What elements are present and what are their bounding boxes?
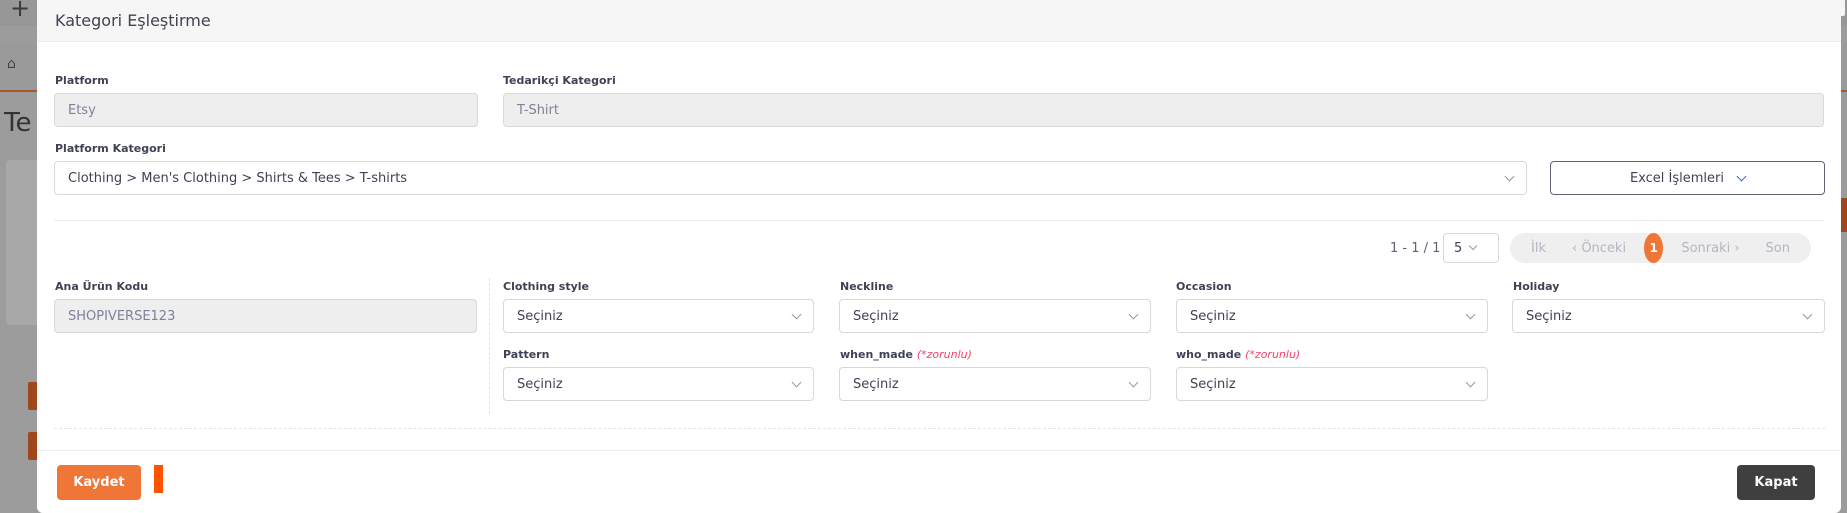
modal-title: Kategori Eşleştirme xyxy=(55,11,211,30)
when-made-select[interactable]: Seçiniz xyxy=(839,367,1151,401)
orange-marker xyxy=(154,465,163,493)
when-made-value: Seçiniz xyxy=(853,376,899,392)
chevron-down-icon xyxy=(1465,377,1476,387)
pagination-last[interactable]: Son xyxy=(1753,241,1803,256)
supplier-category-label: Tedarikçi Kategori xyxy=(503,74,616,87)
pagination-current-page[interactable]: 1 xyxy=(1644,233,1664,263)
close-button[interactable]: Kapat xyxy=(1737,465,1815,500)
save-button[interactable]: Kaydet xyxy=(57,465,141,500)
pattern-select[interactable]: Seçiniz xyxy=(503,367,814,401)
divider xyxy=(54,220,1825,221)
pagination-first[interactable]: İlk xyxy=(1518,241,1559,256)
background-scroll-marker xyxy=(1841,198,1847,232)
page-size-select[interactable]: 5 xyxy=(1443,233,1499,263)
column-divider xyxy=(489,278,490,414)
modal-footer: Kaydet Kapat xyxy=(37,450,1841,513)
attribute-label: Holiday xyxy=(1513,280,1560,293)
supplier-category-field: T-Shirt xyxy=(503,93,1824,127)
platform-category-value: Clothing > Men's Clothing > Shirts & Tee… xyxy=(68,170,408,186)
attribute-label: when_made (*zorunlu) xyxy=(840,348,972,361)
attribute-label: Neckline xyxy=(840,280,894,293)
clothing-style-value: Seçiniz xyxy=(517,308,563,324)
chevron-down-icon xyxy=(1504,171,1515,181)
modal-header: Kategori Eşleştirme xyxy=(37,0,1841,42)
occasion-select[interactable]: Seçiniz xyxy=(1176,299,1488,333)
clothing-style-select[interactable]: Seçiniz xyxy=(503,299,814,333)
main-product-code-field: SHOPIVERSE123 xyxy=(54,299,477,333)
page-size-value: 5 xyxy=(1454,240,1463,256)
who-made-select[interactable]: Seçiniz xyxy=(1176,367,1488,401)
attribute-label: Occasion xyxy=(1176,280,1232,293)
neckline-value: Seçiniz xyxy=(853,308,899,324)
divider xyxy=(54,428,1825,429)
excel-operations-button[interactable]: Excel İşlemleri xyxy=(1550,161,1825,195)
required-marker: (*zorunlu) xyxy=(1245,348,1301,361)
main-product-code-value: SHOPIVERSE123 xyxy=(68,308,176,324)
pattern-value: Seçiniz xyxy=(517,376,563,392)
platform-label: Platform xyxy=(55,74,109,87)
who-made-value: Seçiniz xyxy=(1190,376,1236,392)
attribute-label: Pattern xyxy=(503,348,550,361)
chevron-down-icon xyxy=(1128,377,1139,387)
supplier-category-value: T-Shirt xyxy=(517,102,559,118)
background-title: Te xyxy=(4,108,32,138)
chevron-down-icon xyxy=(1469,241,1478,251)
platform-category-select[interactable]: Clothing > Men's Clothing > Shirts & Tee… xyxy=(54,161,1527,195)
platform-field: Etsy xyxy=(54,93,478,127)
attribute-label: who_made (*zorunlu) xyxy=(1176,348,1301,361)
category-mapping-modal: Kategori Eşleştirme Platform Etsy Tedari… xyxy=(37,0,1841,513)
home-icon: ⌂ xyxy=(7,56,16,72)
chevron-down-icon xyxy=(791,309,802,319)
chevron-down-icon xyxy=(1736,171,1747,181)
neckline-select[interactable]: Seçiniz xyxy=(839,299,1151,333)
holiday-value: Seçiniz xyxy=(1526,308,1572,324)
attribute-label: Clothing style xyxy=(503,280,590,293)
pagination-next[interactable]: Sonraki › xyxy=(1668,241,1752,256)
modal-body: Platform Etsy Tedarikçi Kategori T-Shirt… xyxy=(37,42,1841,450)
required-marker: (*zorunlu) xyxy=(916,348,972,361)
add-tab-icon: + xyxy=(10,0,31,22)
holiday-select[interactable]: Seçiniz xyxy=(1512,299,1825,333)
occasion-value: Seçiniz xyxy=(1190,308,1236,324)
chevron-down-icon xyxy=(1465,309,1476,319)
platform-value: Etsy xyxy=(68,102,96,118)
chevron-down-icon xyxy=(1802,309,1813,319)
platform-category-label: Platform Kategori xyxy=(55,142,166,155)
excel-operations-label: Excel İşlemleri xyxy=(1629,170,1724,186)
chevron-down-icon xyxy=(1128,309,1139,319)
main-product-code-label: Ana Ürün Kodu xyxy=(55,280,149,293)
pagination-prev[interactable]: ‹ Önceki xyxy=(1559,241,1639,256)
pagination-info: 1 - 1 / 1 xyxy=(1390,241,1441,256)
pagination: İlk ‹ Önceki 1 Sonraki › Son xyxy=(1510,233,1811,263)
chevron-down-icon xyxy=(791,377,802,387)
